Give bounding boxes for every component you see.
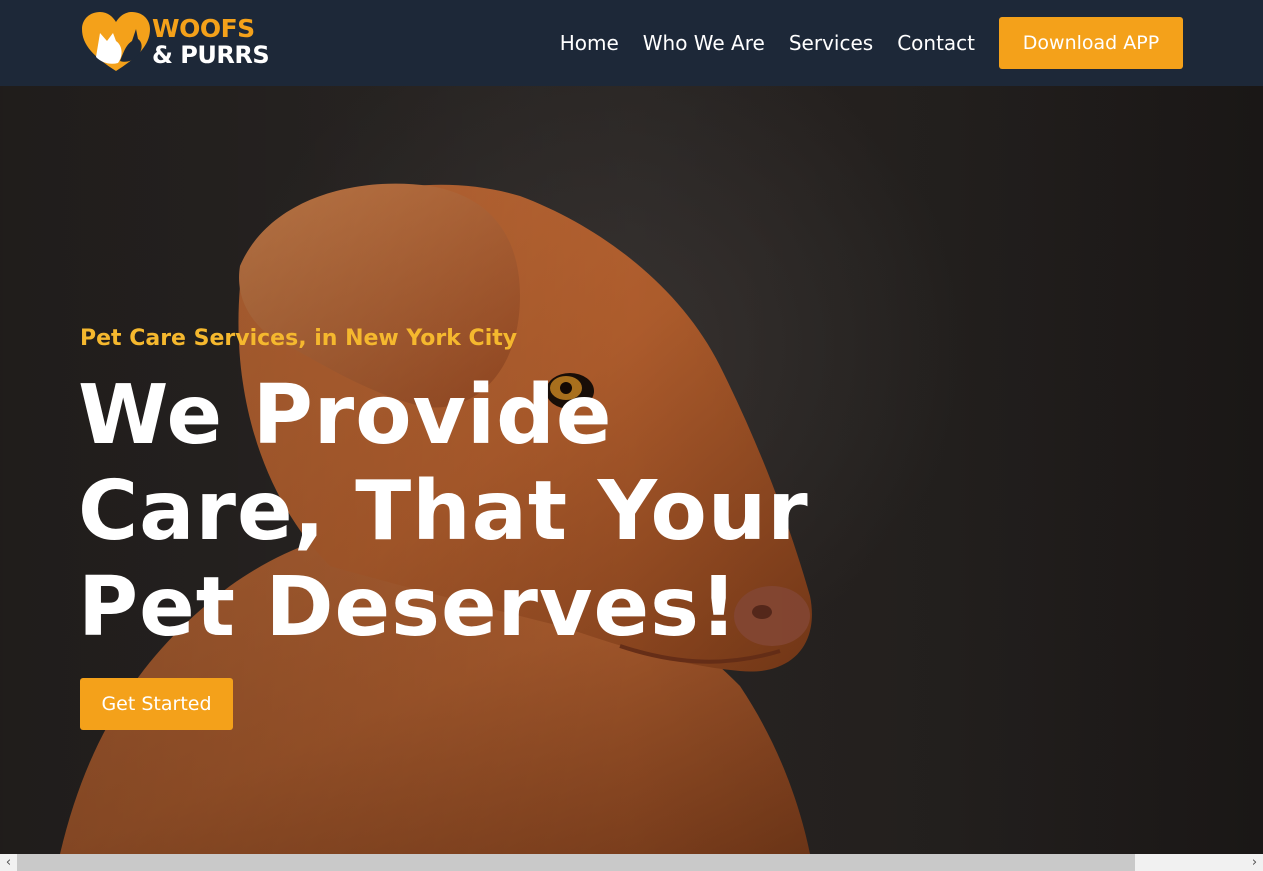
- nav-link-who-we-are[interactable]: Who We Are: [643, 31, 765, 55]
- heart-dog-cat-icon: [82, 12, 150, 71]
- hero-headline-line-3: Pet Deserves!: [78, 560, 739, 655]
- logo-wordmark: WOOFS & PURRS: [152, 14, 270, 69]
- hero-headline-line-2: Care, That Your: [78, 464, 809, 559]
- site-logo[interactable]: WOOFS & PURRS: [80, 11, 270, 75]
- nav-link-services[interactable]: Services: [789, 31, 873, 55]
- scroll-right-arrow-icon[interactable]: ›: [1246, 854, 1263, 871]
- hero-tagline: Pet Care Services, in New York City: [80, 326, 518, 351]
- nav-link-contact[interactable]: Contact: [897, 31, 975, 55]
- scroll-left-arrow-icon[interactable]: ‹: [0, 854, 17, 871]
- get-started-button[interactable]: Get Started: [80, 678, 233, 730]
- hero-headline: We Provide Care, That Your Pet Deserves!: [78, 368, 838, 656]
- top-navbar: WOOFS & PURRS Home Who We Are Services C…: [0, 0, 1263, 86]
- nav-link-home[interactable]: Home: [560, 31, 619, 55]
- main-nav: Home Who We Are Services Contact: [536, 0, 975, 86]
- hero-section: Pet Care Services, in New York City We P…: [0, 86, 1263, 854]
- logo-line-2: & PURRS: [152, 41, 270, 69]
- hero-headline-line-1: We Provide: [78, 368, 613, 463]
- download-app-button[interactable]: Download APP: [999, 17, 1183, 69]
- horizontal-scrollbar[interactable]: ‹ ›: [0, 854, 1263, 871]
- scroll-thumb[interactable]: [17, 854, 1135, 871]
- logo-line-1: WOOFS: [152, 14, 255, 43]
